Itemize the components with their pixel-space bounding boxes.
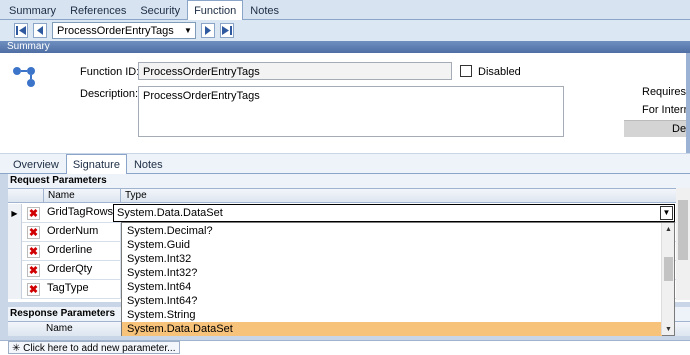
type-editor-combo[interactable]: System.Data.DataSet ▼ [113,204,675,222]
parameter-name-cell[interactable]: TagType [44,280,121,299]
grid-scrollbar[interactable] [676,188,690,300]
function-id-label: Function ID: [80,66,140,78]
function-selector[interactable]: ProcessOrderEntryTags ▼ [52,22,196,39]
dropdown-scrollbar-thumb[interactable] [664,257,673,281]
add-new-parameter-label: Click here to add new parameter... [23,343,176,354]
response-column-header-name[interactable]: Name [46,323,73,334]
requires-transaction-label: Requires Tr [642,86,690,98]
request-parameters-header: Request Parameters [8,174,690,188]
delete-row-icon[interactable]: ✖ [27,283,40,296]
scroll-down-icon[interactable]: ▼ [662,323,675,335]
scroll-up-icon[interactable]: ▲ [662,223,675,235]
grid-scrollbar-thumb[interactable] [678,200,688,260]
next-icon [205,26,211,35]
summary-header: Summary [0,41,690,53]
row-selector[interactable] [8,261,22,280]
parameter-name-cell[interactable]: GridTagRows [44,204,121,223]
grid-header-spacer [8,189,44,203]
description-field[interactable]: ProcessOrderEntryTags [138,86,564,137]
description-button[interactable]: Des [624,120,690,137]
top-tab-bar: Summary References Security Function Not… [0,0,690,20]
grid-header-row: Name Type [8,189,690,203]
function-icon [12,63,38,92]
tab-inner-notes[interactable]: Notes [127,155,170,173]
delete-row-icon[interactable]: ✖ [27,226,40,239]
dropdown-scrollbar[interactable]: ▲ ▼ [661,223,674,335]
delete-row-icon[interactable]: ✖ [27,264,40,277]
dropdown-option[interactable]: System.Int32 [122,252,662,266]
parameter-name-cell[interactable]: OrderNum [44,223,121,242]
tab-references[interactable]: References [63,1,133,19]
dropdown-option[interactable]: System.Guid [122,238,662,252]
dropdown-option[interactable]: System.Decimal? [122,224,662,238]
tab-notes[interactable]: Notes [243,1,286,19]
tab-function[interactable]: Function [187,0,244,20]
last-record-button[interactable] [220,23,234,38]
dropdown-option-selected[interactable]: System.Data.DataSet [122,322,662,336]
previous-record-button[interactable] [33,23,47,38]
description-label: Description: [80,88,139,100]
type-dropdown-list: System.Decimal? System.Guid System.Int32… [121,222,675,336]
parameter-name-cell[interactable]: Orderline [44,242,121,261]
column-header-name[interactable]: Name [44,189,121,203]
summary-panel: Function ID: ProcessOrderEntryTags Disab… [0,53,690,153]
row-selector-icon[interactable]: ▶ [8,204,22,223]
function-selector-value: ProcessOrderEntryTags [57,24,174,37]
for-internal-label: For Internal [642,104,690,116]
delete-row-icon[interactable]: ✖ [27,207,40,220]
tab-signature[interactable]: Signature [65,154,127,174]
tab-overview[interactable]: Overview [6,155,66,173]
signature-tab-bar: Overview Signature Notes [0,154,690,174]
navigation-toolbar: ProcessOrderEntryTags ▼ [0,20,690,41]
tab-summary[interactable]: Summary [2,1,63,19]
previous-icon [37,26,43,35]
dropdown-option[interactable]: System.Int64 [122,280,662,294]
dropdown-option[interactable]: System.Int32? [122,266,662,280]
right-edge-divider [686,53,690,153]
row-selector[interactable] [8,242,22,261]
function-id-field[interactable]: ProcessOrderEntryTags [138,62,452,80]
row-selector[interactable] [8,223,22,242]
disabled-label: Disabled [478,66,521,78]
delete-row-icon[interactable]: ✖ [27,245,40,258]
add-icon: ✳ [12,343,21,354]
first-record-button[interactable] [14,23,28,38]
chevron-down-icon[interactable]: ▼ [181,23,195,38]
next-record-button[interactable] [201,23,215,38]
parameter-name-cell[interactable]: OrderQty [44,261,121,280]
row-selector[interactable] [8,280,22,299]
last-icon [222,26,232,35]
add-new-parameter-button[interactable]: ✳ Click here to add new parameter... [8,341,181,354]
chevron-down-icon[interactable]: ▼ [660,206,673,220]
dropdown-option[interactable]: System.String [122,308,662,322]
dropdown-option[interactable]: System.Int64? [122,294,662,308]
column-header-type[interactable]: Type [121,189,682,203]
disabled-checkbox[interactable] [460,65,472,77]
tab-security[interactable]: Security [133,1,187,19]
first-icon [16,26,26,35]
type-editor-value: System.Data.DataSet [117,207,223,219]
